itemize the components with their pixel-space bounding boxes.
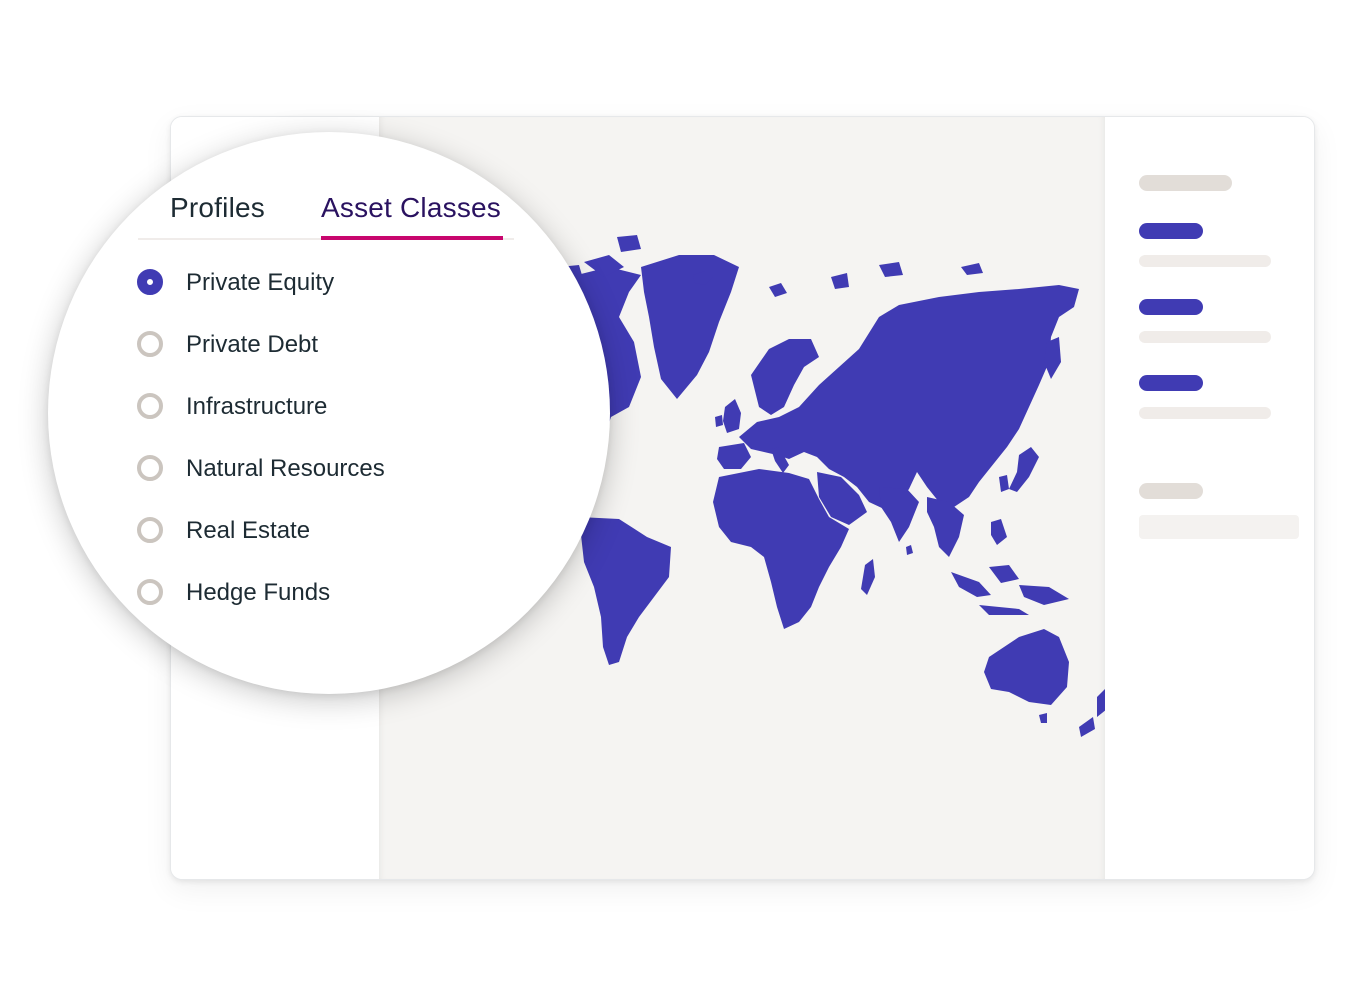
radio-button[interactable] <box>137 579 163 605</box>
radio-option-private-debt[interactable]: Private Debt <box>137 329 385 391</box>
radio-button[interactable] <box>137 393 163 419</box>
skeleton-footer-box <box>1139 515 1299 539</box>
skeleton-item-text <box>1139 407 1271 419</box>
map-region-indonesia <box>951 572 991 597</box>
radio-label: Private Equity <box>186 269 335 296</box>
skeleton-footer-heading <box>1139 483 1203 499</box>
right-panel <box>1105 117 1314 879</box>
radio-label: Infrastructure <box>186 393 328 420</box>
skeleton-heading <box>1139 175 1232 191</box>
skeleton-item-text <box>1139 255 1271 267</box>
map-region-madagascar <box>861 559 875 595</box>
tab-profiles-label: Profiles <box>170 192 265 223</box>
radio-label: Private Debt <box>186 331 319 358</box>
tab-asset-classes[interactable]: Asset Classes <box>321 190 503 240</box>
skeleton-item-title <box>1139 223 1203 239</box>
magnifier-callout: Profiles Asset Classes Private Equity Pr… <box>48 132 610 694</box>
skeleton-item-text <box>1139 331 1271 343</box>
radio-label: Hedge Funds <box>186 579 331 606</box>
radio-button[interactable] <box>137 331 163 357</box>
radio-label: Natural Resources <box>186 455 385 482</box>
tab-profiles[interactable]: Profiles <box>170 190 265 236</box>
radio-button[interactable] <box>137 517 163 543</box>
map-region-southeast-asia <box>927 497 964 557</box>
radio-option-hedge-funds[interactable]: Hedge Funds <box>137 577 385 639</box>
radio-option-real-estate[interactable]: Real Estate <box>137 515 385 577</box>
map-region-india <box>879 487 919 542</box>
map-region-new-zealand <box>1097 689 1105 717</box>
map-region-south-america <box>579 517 671 665</box>
skeleton-item-title <box>1139 375 1203 391</box>
map-region-iberia <box>717 443 751 469</box>
radio-option-natural-resources[interactable]: Natural Resources <box>137 453 385 515</box>
map-region-japan <box>1009 447 1039 492</box>
active-tab-indicator <box>321 236 503 240</box>
skeleton-item-title <box>1139 299 1203 315</box>
asset-class-radio-group: Private Equity Private Debt Infrastructu… <box>137 267 385 639</box>
radio-button[interactable] <box>137 269 163 295</box>
radio-label: Real Estate <box>186 517 311 544</box>
tab-bar: Profiles Asset Classes <box>138 190 514 240</box>
radio-button[interactable] <box>137 455 163 481</box>
tab-asset-classes-label: Asset Classes <box>321 192 501 223</box>
map-region-uk <box>723 399 741 433</box>
map-region-greenland <box>641 255 739 399</box>
map-region-australia <box>984 629 1069 705</box>
radio-option-infrastructure[interactable]: Infrastructure <box>137 391 385 453</box>
radio-option-private-equity[interactable]: Private Equity <box>137 267 385 329</box>
